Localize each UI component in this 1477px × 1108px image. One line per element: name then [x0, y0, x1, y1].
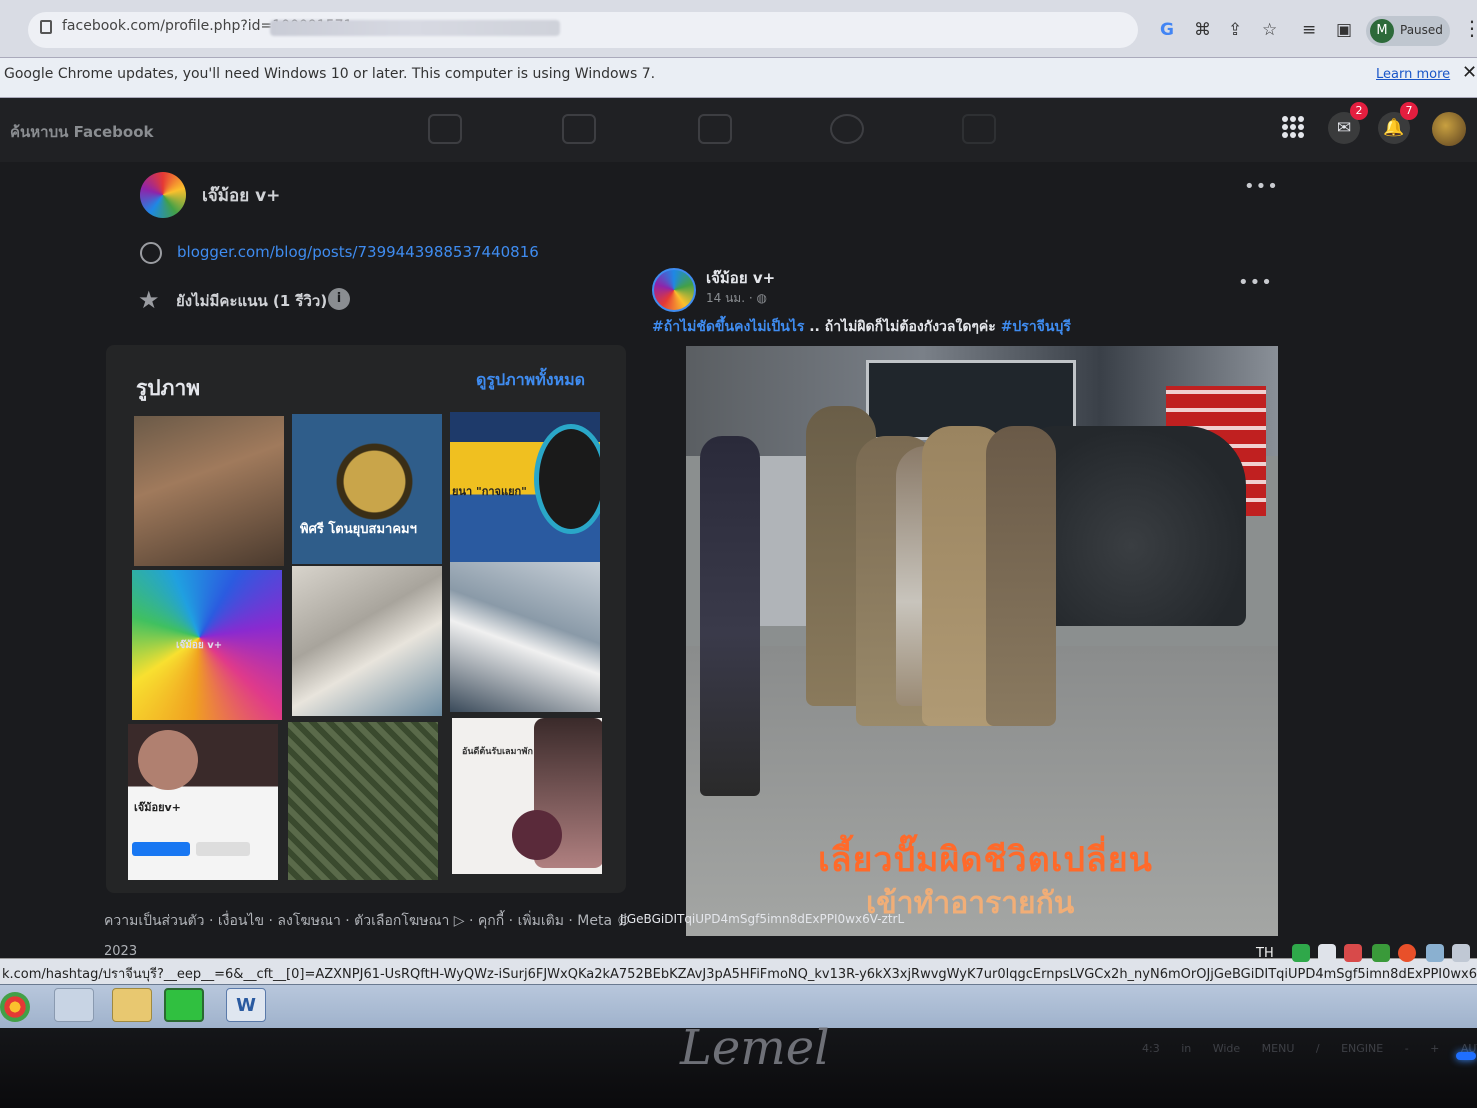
screen: facebook.com/profile.php?id=100091571 G … — [0, 0, 1477, 1108]
photo-caption: เจ๊ม้อย v+ — [176, 640, 223, 651]
post-hashtag[interactable]: #ถ้าไม่ชัดขึ้นคงไม่เป็นไร — [652, 319, 804, 335]
lock-icon[interactable] — [40, 20, 52, 34]
security-tray-icon[interactable] — [1398, 944, 1416, 962]
profile-avatar[interactable]: M — [1370, 19, 1394, 43]
home-icon[interactable] — [428, 114, 462, 144]
kebab-icon[interactable]: ⋮ — [1462, 16, 1477, 40]
rating-text: ยังไม่มีคะแนน (1 รีวิว) — [176, 292, 328, 310]
photo-caption: ยนา "กาจแยก" — [452, 485, 527, 498]
post-timestamp[interactable]: 14 นม. · ◍ — [706, 289, 767, 308]
post-text: #ถ้าไม่ชัดขึ้นคงไม่เป็นไร .. ถ้าไม่ผิดก็… — [652, 316, 1071, 338]
photo-thumb-2[interactable]: พิศรี โตนยุบสมาคมฯ — [292, 414, 442, 564]
more-options-icon[interactable]: ••• — [1244, 176, 1279, 197]
photo-thumb-6[interactable] — [450, 562, 600, 712]
photo-thumb-9[interactable]: อันดีต้นรับเลมาพัก — [452, 718, 602, 874]
facebook-search-input[interactable]: ค้นหาบน Facebook — [10, 120, 153, 144]
info-icon[interactable]: i — [328, 288, 350, 310]
post-hashtag[interactable]: #ปราจีนบุรี — [1001, 319, 1071, 335]
facebook-navbar — [0, 98, 1477, 162]
photo-caption: พิศรี โตนยุบสมาคมฯ — [300, 522, 417, 537]
line-taskbar-icon[interactable] — [164, 988, 204, 1022]
network-icon[interactable] — [1372, 944, 1390, 962]
volume-icon[interactable] — [1318, 944, 1336, 962]
photo-thumb-8[interactable] — [288, 722, 438, 880]
side-panel-icon[interactable]: ▣ — [1336, 20, 1352, 40]
photo-thumb-1[interactable] — [134, 416, 284, 566]
update-tray-icon[interactable] — [1426, 944, 1444, 962]
watch-icon[interactable] — [562, 114, 596, 144]
website-link[interactable]: blogger.com/blog/posts/73994439885374408… — [177, 243, 539, 261]
line-tray-icon[interactable] — [1292, 944, 1310, 962]
monitor-buttons: 4:3 in Wide MENU / ENGINE - + AUTO/EXIT — [1142, 1042, 1477, 1055]
notifications-badge: 7 — [1400, 102, 1418, 120]
photo-thumb-5[interactable] — [292, 566, 442, 716]
post-time[interactable]: 14 นม. — [706, 291, 745, 305]
file-taskbar-icon[interactable] — [54, 988, 94, 1022]
language-indicator[interactable]: TH — [1256, 946, 1274, 961]
power-led — [1456, 1052, 1476, 1060]
display-tray-icon[interactable] — [1452, 944, 1470, 962]
word-taskbar-icon[interactable]: W — [226, 988, 266, 1022]
photo-thumb-4[interactable]: เจ๊ม้อย v+ — [132, 570, 282, 720]
close-icon[interactable]: ✕ — [1462, 62, 1477, 83]
photos-title: รูปภาพ — [136, 376, 201, 400]
reading-list-icon[interactable]: ≡ — [1302, 20, 1316, 40]
chrome-taskbar-icon[interactable] — [0, 992, 30, 1022]
status-url-bar: k.com/hashtag/ปราจีนบุรี?__eep__=6&__cft… — [0, 958, 1477, 984]
post-body: .. ถ้าไม่ผิดก็ไม่ต้องกังวลใดๆค่ะ — [804, 319, 1001, 335]
post-author-avatar[interactable] — [652, 268, 696, 312]
profile-status: Paused — [1400, 23, 1443, 37]
footer-links[interactable]: ความเป็นส่วนตัว · เงื่อนไข · ลงโฆษณา · ต… — [104, 910, 631, 932]
share-icon[interactable]: ⇪ — [1228, 20, 1242, 40]
page-name[interactable]: เจ๊ม้อย v+ — [202, 182, 280, 209]
video-caption: เลี้ยวปั๊มผิดชีวิตเปลี่ยน — [818, 840, 1153, 880]
photo-thumb-3[interactable]: ยนา "กาจแยก" — [450, 412, 600, 562]
post-more-options-icon[interactable]: ••• — [1238, 272, 1273, 293]
photo-caption: อันดีต้นรับเลมาพัก — [462, 747, 533, 757]
speaker-icon[interactable] — [1344, 944, 1362, 962]
translate-icon[interactable]: ⌘ — [1194, 20, 1211, 40]
bookmark-star-icon[interactable]: ☆ — [1262, 20, 1277, 40]
menu-grid-icon[interactable] — [1282, 116, 1304, 138]
messenger-badge: 2 — [1350, 102, 1368, 120]
update-notice-text: Google Chrome updates, you'll need Windo… — [4, 66, 656, 82]
groups-icon[interactable] — [830, 114, 864, 144]
photo-thumb-7[interactable]: เจ๊ม้อยv+ — [128, 724, 278, 880]
star-icon: ★ — [138, 286, 160, 314]
see-all-photos-link[interactable]: ดูรูปภาพทั้งหมด — [476, 368, 585, 393]
account-avatar[interactable] — [1432, 112, 1466, 146]
link-preview-overlay: JjGeBGiDITqiUPD4mSgf5imn8dExPPI0wx6V-ztr… — [620, 912, 905, 926]
page-avatar[interactable] — [140, 172, 186, 218]
audience-icon: ◍ — [756, 291, 767, 305]
learn-more-link[interactable]: Learn more — [1376, 67, 1450, 82]
folder-taskbar-icon[interactable] — [112, 988, 152, 1022]
monitor-brand: Lemel — [680, 1020, 830, 1076]
marketplace-icon[interactable] — [698, 114, 732, 144]
globe-icon — [140, 242, 162, 264]
gaming-icon[interactable] — [962, 114, 996, 144]
post-author-name[interactable]: เจ๊ม้อย v+ — [706, 266, 775, 290]
photo-caption: เจ๊ม้อยv+ — [134, 801, 181, 814]
google-lens-icon[interactable]: G — [1160, 20, 1174, 40]
footer-year: 2023 — [104, 944, 138, 959]
address-url-redacted — [270, 20, 560, 36]
